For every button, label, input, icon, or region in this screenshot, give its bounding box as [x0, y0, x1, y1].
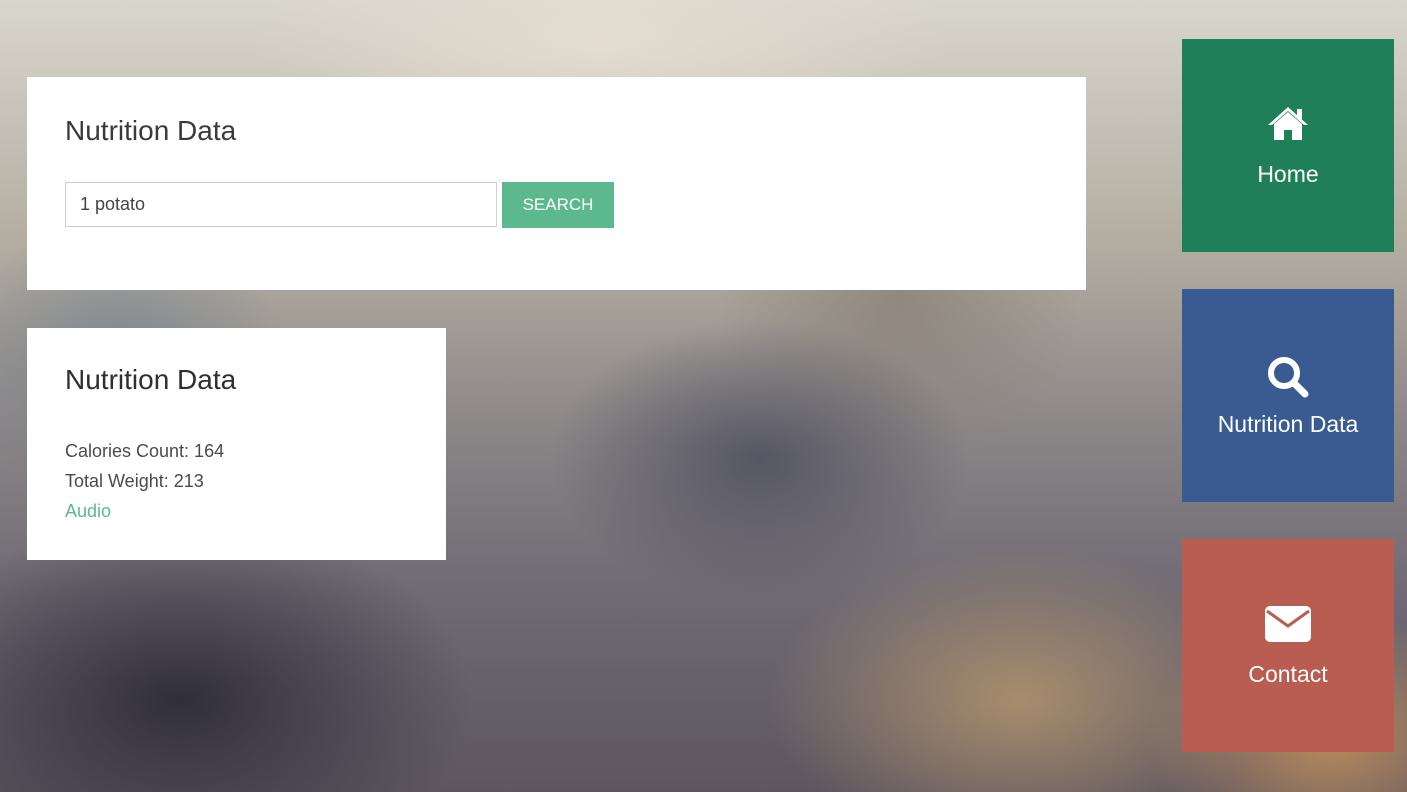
nav-tile-home[interactable]: Home [1182, 39, 1394, 252]
nav-tile-contact-label: Contact [1248, 661, 1328, 687]
search-icon [1182, 355, 1394, 398]
nav-tile-nutrition-data-label: Nutrition Data [1217, 411, 1359, 437]
search-button[interactable]: SEARCH [502, 182, 614, 228]
result-panel-title: Nutrition Data [65, 364, 237, 395]
search-input[interactable] [65, 182, 497, 227]
result-panel: Nutrition Data Calories Count: 164 Total… [27, 328, 446, 560]
nav-tile-contact[interactable]: Contact [1182, 539, 1394, 752]
result-lines: Calories Count: 164 Total Weight: 213 Au… [65, 436, 224, 526]
nav-tile-nutrition-data[interactable]: Nutrition Data [1182, 289, 1394, 502]
nav-tile-home-label: Home [1257, 161, 1319, 187]
search-panel-title: Nutrition Data [65, 115, 237, 146]
total-weight: Total Weight: 213 [65, 471, 204, 491]
calories-count: Calories Count: 164 [65, 441, 225, 461]
audio-link[interactable]: Audio [65, 501, 111, 521]
envelope-icon [1182, 605, 1394, 645]
search-panel: Nutrition Data SEARCH [27, 77, 1086, 290]
home-icon [1182, 105, 1394, 145]
